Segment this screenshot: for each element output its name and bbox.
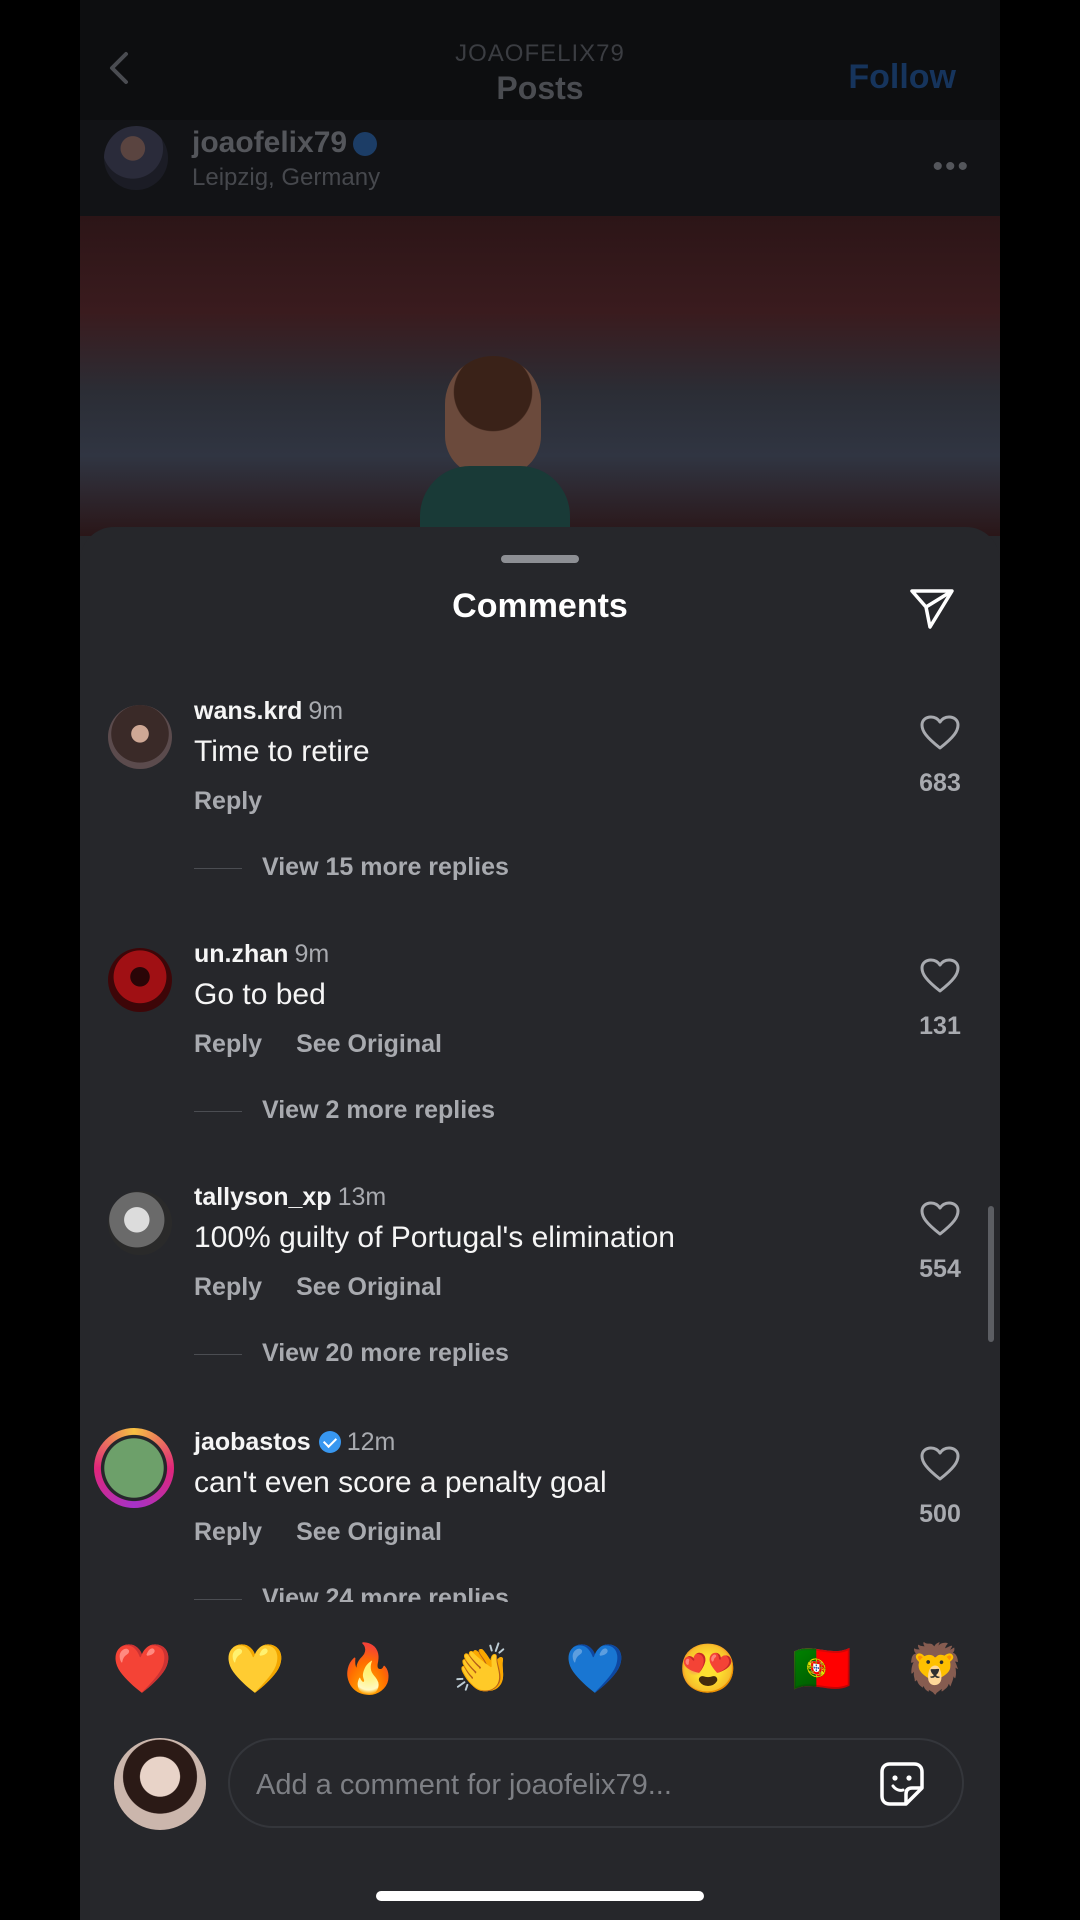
red-heart-emoji-button[interactable]: ❤️ xyxy=(110,1638,174,1702)
post-image xyxy=(80,216,1000,546)
view-replies-label[interactable]: View 2 more replies xyxy=(262,1096,495,1124)
comment-item: tallyson_xp 13m 100% guilty of Portugal's… xyxy=(80,1183,1000,1426)
post-header: joaofelix79 Leipzig, Germany ••• xyxy=(80,120,1000,216)
commenter-avatar[interactable] xyxy=(108,705,172,769)
view-replies-label[interactable]: View 20 more replies xyxy=(262,1339,509,1367)
see-original-button[interactable]: See Original xyxy=(296,1518,442,1546)
comment-text: can't even score a penalty goal xyxy=(194,1466,607,1499)
comment-text: Go to bed xyxy=(194,978,326,1011)
post-location[interactable]: Leipzig, Germany xyxy=(192,164,380,192)
comment-username[interactable]: wans.krd xyxy=(194,697,302,725)
comment-username-row: tallyson_xp 13m xyxy=(194,1183,386,1212)
comment-time: 12m xyxy=(346,1428,396,1456)
comment-input-container[interactable] xyxy=(228,1738,964,1828)
comment-item: jaobastos 12m can't even score a penalty … xyxy=(80,1428,1000,1602)
heart-icon[interactable] xyxy=(920,958,960,994)
comment-input[interactable] xyxy=(254,1762,858,1808)
view-replies-button[interactable]: View 2 more replies xyxy=(194,1096,495,1125)
comments-scrollbar[interactable] xyxy=(988,1206,994,1342)
like-count: 131 xyxy=(919,1012,961,1040)
comment-username[interactable]: un.zhan xyxy=(194,940,288,968)
like-count: 500 xyxy=(919,1500,961,1528)
sheet-title: Comments xyxy=(452,587,628,625)
comment-item: un.zhan 9m Go to bed Reply See Original Vi… xyxy=(80,940,1000,1183)
commenter-avatar[interactable] xyxy=(108,1191,172,1255)
heart-icon[interactable] xyxy=(920,715,960,751)
view-replies-button[interactable]: View 20 more replies xyxy=(194,1339,509,1368)
quick-emoji-bar: ❤️ 💛 🔥 👏 💙 😍 🇵🇹 🦁 xyxy=(80,1638,1000,1708)
comment-username-row: jaobastos 12m xyxy=(194,1428,395,1457)
sheet-drag-handle[interactable] xyxy=(501,555,579,563)
comment-actions: Reply See Original xyxy=(194,1518,476,1547)
post-author-avatar[interactable] xyxy=(104,126,168,190)
view-replies-button[interactable]: View 24 more replies xyxy=(194,1584,509,1602)
verified-badge-icon xyxy=(318,1431,341,1453)
home-indicator[interactable] xyxy=(376,1891,704,1901)
sticker-icon[interactable] xyxy=(878,1760,926,1808)
comment-text: Time to retire xyxy=(194,735,370,768)
reply-button[interactable]: Reply xyxy=(194,787,262,815)
replies-divider xyxy=(194,1353,242,1355)
commenter-avatar-story-ring[interactable] xyxy=(94,1428,174,1508)
reply-button[interactable]: Reply xyxy=(194,1518,262,1546)
comment-username[interactable]: jaobastos xyxy=(194,1428,311,1456)
player-figure-head xyxy=(445,356,541,476)
like-count: 683 xyxy=(919,769,961,797)
portugal-flag-emoji-button[interactable]: 🇵🇹 xyxy=(790,1638,854,1702)
comment-username-row: wans.krd 9m xyxy=(194,697,343,726)
top-navigation-bar: JOAOFELIX79 Posts Follow xyxy=(80,0,1000,120)
comment-actions: Reply xyxy=(194,787,296,816)
verified-badge-icon xyxy=(353,132,378,157)
view-replies-label[interactable]: View 24 more replies xyxy=(262,1584,509,1602)
lion-emoji-button[interactable]: 🦁 xyxy=(903,1638,967,1702)
paper-plane-icon[interactable] xyxy=(908,583,956,631)
comments-list[interactable]: wans.krd 9m Time to retire Reply View 15 … xyxy=(80,697,1000,1602)
comment-time: 13m xyxy=(337,1183,387,1211)
heart-icon[interactable] xyxy=(920,1201,960,1237)
replies-divider xyxy=(194,867,242,869)
comment-time: 9m xyxy=(308,697,344,725)
comment-text: 100% guilty of Portugal's elimination xyxy=(194,1221,675,1254)
heart-eyes-emoji-button[interactable]: 😍 xyxy=(676,1638,740,1702)
comment-actions: Reply See Original xyxy=(194,1030,476,1059)
clapping-hands-emoji-button[interactable]: 👏 xyxy=(450,1638,514,1702)
yellow-heart-emoji-button[interactable]: 💛 xyxy=(223,1638,287,1702)
comment-time: 9m xyxy=(294,940,330,968)
more-dots-icon[interactable]: ••• xyxy=(932,150,970,184)
replies-divider xyxy=(194,1598,242,1600)
comment-item: wans.krd 9m Time to retire Reply View 15 … xyxy=(80,697,1000,940)
like-count: 554 xyxy=(919,1255,961,1283)
replies-divider xyxy=(194,1110,242,1112)
commenter-avatar[interactable] xyxy=(108,948,172,1012)
comment-username-row: un.zhan 9m xyxy=(194,940,329,969)
follow-button[interactable]: Follow xyxy=(848,58,956,97)
reply-button[interactable]: Reply xyxy=(194,1030,262,1058)
view-replies-button[interactable]: View 15 more replies xyxy=(194,853,509,882)
comment-actions: Reply See Original xyxy=(194,1273,476,1302)
reply-button[interactable]: Reply xyxy=(194,1273,262,1301)
heart-icon[interactable] xyxy=(920,1446,960,1482)
fire-emoji-button[interactable]: 🔥 xyxy=(336,1638,400,1702)
comments-sheet: Comments wans.krd 9m Time to retire Reply… xyxy=(80,527,1000,1920)
comment-composer xyxy=(80,1730,1000,1830)
post-author-username[interactable]: joaofelix79 xyxy=(192,126,378,160)
comment-username[interactable]: tallyson_xp xyxy=(194,1183,332,1211)
view-replies-label[interactable]: View 15 more replies xyxy=(262,853,509,881)
phone-screen: JOAOFELIX79 Posts Follow joaofelix79 Lei… xyxy=(80,0,1000,1920)
post-author-username-text[interactable]: joaofelix79 xyxy=(192,126,347,159)
blue-heart-emoji-button[interactable]: 💙 xyxy=(563,1638,627,1702)
current-user-avatar xyxy=(114,1738,206,1830)
see-original-button[interactable]: See Original xyxy=(296,1030,442,1058)
see-original-button[interactable]: See Original xyxy=(296,1273,442,1301)
